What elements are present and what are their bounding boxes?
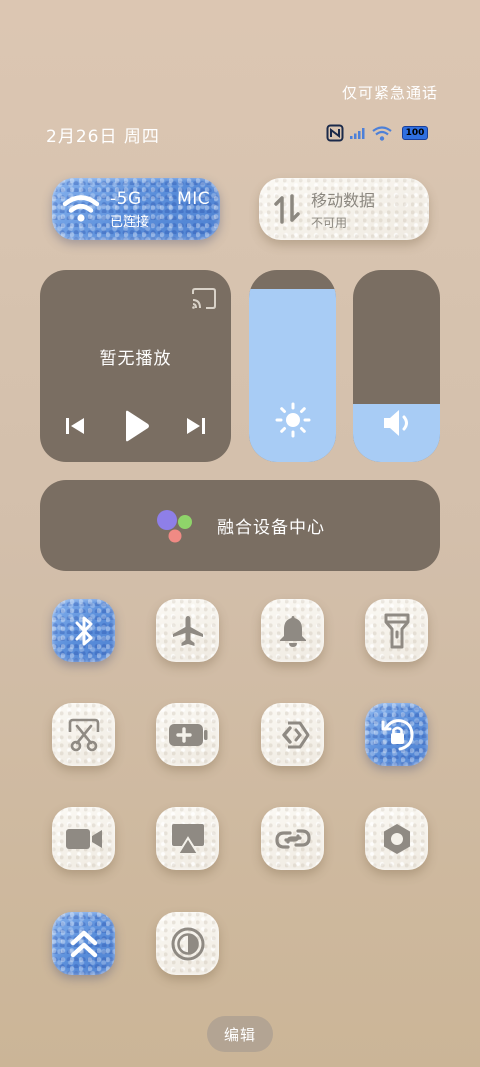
link-share-tile[interactable] [261,703,324,766]
device-center-card[interactable]: 融合设备中心 [40,480,440,571]
speaker-icon [383,410,408,436]
battery-saver-icon [168,723,208,747]
status-icons: 100 [326,122,428,144]
double-chevron-up-tile[interactable] [52,912,115,975]
emergency-call-only-text: 仅可紧急通话 [342,84,439,102]
play-icon[interactable] [122,410,150,442]
media-player-card[interactable]: 暂无播放 [40,270,231,462]
rotation-lock-tile[interactable] [365,703,428,766]
brightness-slider[interactable] [249,270,336,462]
contrast-tile[interactable] [156,912,219,975]
airplane-tile[interactable] [156,599,219,662]
wifi-toggle[interactable]: -5G MIC 已连接 [52,178,220,240]
wifi-ssid: -5G [110,188,142,209]
wifi-icon [62,195,100,222]
signal-icon [350,128,365,139]
device-center-icon [157,509,192,542]
brightness-sun-icon [275,402,310,438]
chain-link-icon [274,824,312,854]
date-text: 2月26日 周四 [46,127,160,147]
screen-cast-icon [170,822,206,856]
bluetooth-tile[interactable] [52,599,115,662]
data-arrows-icon [274,194,300,224]
wifi-icon [372,125,392,141]
mobile-data-label: 移动数据 [311,191,376,210]
nfc-icon [326,124,344,142]
wifi-ssid-suffix: MIC [177,188,211,209]
bell-icon [278,614,308,648]
wifi-status: 已连接 [110,214,150,230]
screen-cast-tile[interactable] [156,807,219,870]
hexagon-nut-icon [380,822,414,856]
mobile-data-toggle[interactable]: 移动数据 不可用 [259,178,429,240]
battery-icon: 100 [402,126,428,140]
wifi-network-name: -5G MIC [110,189,210,209]
airplane-icon [171,614,205,648]
contrast-icon [170,926,206,962]
chain-link-tile[interactable] [261,807,324,870]
video-camera-icon [64,825,104,853]
mobile-data-status: 不可用 [311,216,348,230]
cast-icon[interactable] [191,288,217,310]
previous-track-icon[interactable] [64,415,86,437]
video-camera-tile[interactable] [52,807,115,870]
next-track-icon[interactable] [185,415,207,437]
hexagon-nut-tile[interactable] [365,807,428,870]
flashlight-tile[interactable] [365,599,428,662]
battery-saver-tile[interactable] [156,703,219,766]
bluetooth-icon [69,614,99,648]
flashlight-icon [384,613,410,649]
double-chevron-up-icon [68,928,100,960]
screenshot-scissors-icon [67,718,101,752]
rotation-lock-icon [378,716,416,754]
edit-button[interactable]: 编辑 [207,1016,273,1052]
bell-tile[interactable] [261,599,324,662]
media-title: 暂无播放 [99,349,172,369]
screenshot-scissors-tile[interactable] [52,703,115,766]
link-share-icon [276,720,310,750]
device-center-label: 融合设备中心 [217,518,325,538]
volume-slider[interactable] [353,270,440,462]
